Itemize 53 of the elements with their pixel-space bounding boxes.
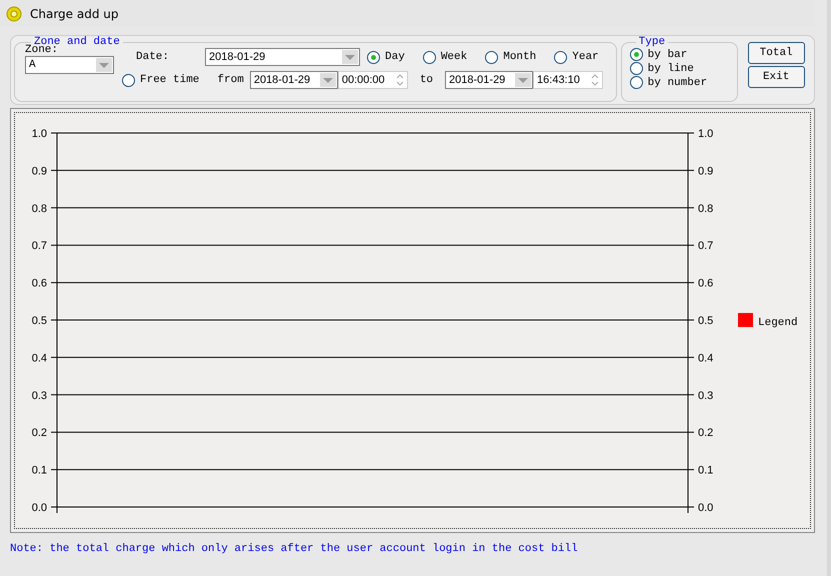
- zone-label: Zone:: [25, 44, 58, 56]
- window-title: Charge add up: [30, 6, 118, 20]
- caret-icon: [518, 78, 528, 82]
- axis-label: 0.3: [698, 390, 714, 402]
- axis-label: 0.8: [698, 202, 714, 215]
- axis-label: 0.2: [698, 427, 714, 440]
- axis-label: 0.9: [32, 165, 47, 178]
- action-button[interactable]: Total: [748, 42, 805, 64]
- axis-label: 1.0: [32, 128, 47, 140]
- period-radio[interactable]: Month: [485, 50, 536, 64]
- axis-label: 0.1: [32, 464, 47, 477]
- chart-type-radio[interactable]: by line: [630, 62, 731, 75]
- to-label: to: [420, 74, 434, 86]
- caret-icon: [345, 54, 356, 60]
- axis-label: 0.7: [698, 240, 714, 252]
- legend-label: Legend: [758, 317, 798, 329]
- spinner-icon: [590, 73, 600, 87]
- axis-label: 0.3: [32, 390, 47, 402]
- period-radio[interactable]: Day: [367, 50, 405, 64]
- spinner-icon: [394, 73, 405, 87]
- caret-icon: [322, 78, 333, 82]
- from-label: from: [217, 74, 244, 86]
- date-dropdown[interactable]: 2018-01-29: [205, 48, 360, 66]
- axis-label: 0.8: [32, 202, 47, 215]
- axis-label: 0.9: [698, 165, 714, 178]
- axis-label: 0.5: [32, 315, 47, 327]
- axis-label: 0.0: [698, 502, 714, 514]
- axis-label: 0.4: [32, 352, 47, 364]
- axis-label: 0.5: [698, 315, 714, 327]
- free-time-radio[interactable]: Free time: [122, 74, 200, 86]
- chart-type-radio[interactable]: by number: [630, 76, 731, 89]
- date-label: Date:: [136, 51, 170, 63]
- axis-label: 0.7: [32, 240, 47, 252]
- axis-label: 1.0: [698, 128, 714, 140]
- note-text: Note: the total charge which only arises after the user account login in the cost bill: [10, 543, 579, 555]
- from-time-field[interactable]: 00:00:00: [338, 71, 408, 89]
- group-title: Type: [638, 36, 666, 48]
- axis-label: 0.2: [32, 427, 47, 440]
- axis-label: 0.4: [698, 352, 714, 364]
- action-button[interactable]: Exit: [748, 66, 805, 88]
- zone-dropdown[interactable]: A: [25, 56, 114, 74]
- period-radio[interactable]: Year: [554, 50, 599, 64]
- caret-icon: [99, 62, 109, 68]
- chart-type-radio[interactable]: by bar: [630, 48, 731, 61]
- from-date-picker[interactable]: 2018-01-29: [250, 71, 338, 89]
- axis-label: 0.1: [698, 464, 714, 477]
- axis-label: 0.6: [698, 278, 714, 290]
- app-icon: [6, 6, 22, 22]
- axis-label: 0.6: [32, 278, 47, 290]
- to-time-field[interactable]: 16:43:10: [533, 71, 604, 89]
- axis-label: 0.0: [32, 502, 47, 514]
- period-radio[interactable]: Week: [422, 50, 468, 64]
- to-date-picker[interactable]: 2018-01-29: [445, 71, 534, 89]
